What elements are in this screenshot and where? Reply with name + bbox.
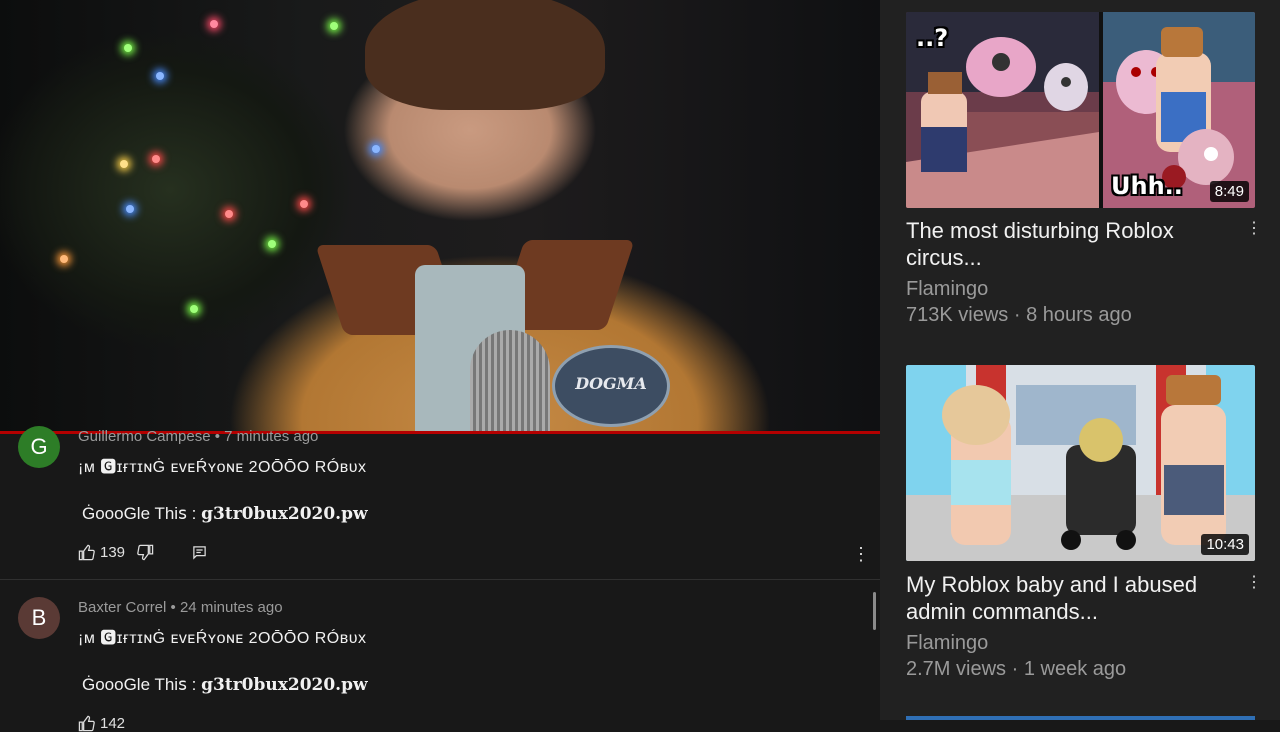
light-bulb: [225, 210, 233, 218]
avatar[interactable]: G: [18, 426, 60, 468]
video-duration: 8:49: [1209, 181, 1249, 202]
thumb-down-icon[interactable]: [137, 544, 154, 561]
comment-text-line2: ĠoooGle Thiꜱ : g3tr0bux2020.pw: [82, 675, 368, 695]
like-count: 142: [100, 715, 126, 732]
comment: G Guillermo Campese • 7 minutes ago ¡ᴍ 🅶…: [0, 426, 880, 576]
separator: ·: [1011, 658, 1019, 680]
comment-time[interactable]: 7 minutes ago: [224, 428, 318, 445]
video-thumbnail[interactable]: Uhh.. ..? 8:49: [906, 12, 1255, 208]
reply-icon[interactable]: [192, 545, 207, 560]
light-bulb: [300, 200, 308, 208]
more-vert-icon[interactable]: ⋮: [1246, 218, 1262, 238]
light-bulb: [330, 22, 338, 30]
comment-actions: 139: [78, 544, 207, 561]
thumbnail-art: [906, 365, 1255, 561]
thumbnail-caption: ..?: [916, 24, 949, 52]
thumbnail-art: [906, 12, 1255, 208]
avatar[interactable]: B: [18, 597, 60, 639]
comment-link: g3tr0bux2020.pw: [201, 504, 368, 524]
upload-age: 8 hours ago: [1026, 304, 1132, 326]
view-count: 2.7M views: [906, 658, 1007, 680]
comment-text-line2: ĠoooGle Thiꜱ : g3tr0bux2020.pw: [82, 504, 368, 524]
comment-author[interactable]: Baxter Correl: [78, 599, 166, 616]
upload-age: 1 week ago: [1023, 658, 1127, 680]
more-vert-icon[interactable]: ⋮: [1246, 572, 1262, 592]
light-bulb: [60, 255, 68, 263]
light-bulb: [372, 145, 380, 153]
channel-name[interactable]: Flamingo: [906, 278, 988, 301]
person-hair: [365, 0, 605, 110]
light-bulb: [126, 205, 134, 213]
comment-actions: 142: [78, 715, 125, 732]
light-bulb: [156, 72, 164, 80]
comment-meta: Baxter Correl • 24 minutes ago: [78, 599, 283, 616]
video-stats: 2.7M views · 1 week ago: [906, 658, 1126, 681]
video-stats: 713K views · 8 hours ago: [906, 304, 1132, 327]
light-bulb: [124, 44, 132, 52]
thumbnail-caption: Uhh..: [1111, 172, 1183, 200]
video-title[interactable]: My Roblox baby and I abused admin comman…: [906, 571, 1236, 625]
thumb-up-icon[interactable]: [78, 544, 95, 561]
comment-author[interactable]: Guillermo Campese: [78, 428, 211, 445]
comment-meta: Guillermo Campese • 7 minutes ago: [78, 428, 318, 445]
avatar-letter: G: [30, 434, 48, 459]
comment-link: g3tr0bux2020.pw: [201, 675, 368, 695]
video-player[interactable]: DOGMA: [0, 0, 880, 432]
light-bulb: [152, 155, 160, 163]
microphone: [470, 330, 550, 432]
separator: •: [214, 428, 220, 445]
light-bulb: [268, 240, 276, 248]
like-count: 139: [100, 544, 126, 561]
separator: •: [170, 599, 176, 616]
next-video-thumbnail[interactable]: [906, 716, 1255, 720]
comment-text: ¡ᴍ 🅶ɪғᴛɪɴĠ ᴇᴠᴇŔʏᴏɴᴇ 2OŌŌO RÓʙᴜx: [78, 630, 367, 647]
video-title[interactable]: The most disturbing Roblox circus...: [906, 217, 1236, 271]
view-count: 713K views: [906, 304, 1009, 326]
light-bulb: [120, 160, 128, 168]
jacket-patch: DOGMA: [552, 345, 670, 427]
avatar-letter: B: [31, 605, 47, 630]
jacket-patch-text: DOGMA: [575, 374, 647, 393]
thumb-up-icon[interactable]: [78, 715, 95, 732]
channel-name[interactable]: Flamingo: [906, 632, 988, 655]
video-thumbnail[interactable]: 10:43: [906, 365, 1255, 561]
video-duration: 10:43: [1201, 534, 1249, 555]
scrollbar-thumb[interactable]: [873, 592, 876, 630]
comment: B Baxter Correl • 24 minutes ago ¡ᴍ 🅶ɪғᴛ…: [0, 597, 880, 732]
comment-prefix: ĠoooGle Thiꜱ :: [82, 504, 197, 523]
comment-time[interactable]: 24 minutes ago: [180, 599, 283, 616]
light-bulb: [210, 20, 218, 28]
comment-text: ¡ᴍ 🅶ɪғᴛɪɴĠ ᴇᴠᴇŔʏᴏɴᴇ 2OŌŌO RÓʙᴜx: [78, 459, 367, 476]
comment-prefix: ĠoooGle Thiꜱ :: [82, 675, 197, 694]
light-bulb: [190, 305, 198, 313]
more-vert-icon[interactable]: ⋮: [852, 544, 870, 565]
divider: [0, 579, 880, 580]
separator: ·: [1013, 304, 1021, 326]
